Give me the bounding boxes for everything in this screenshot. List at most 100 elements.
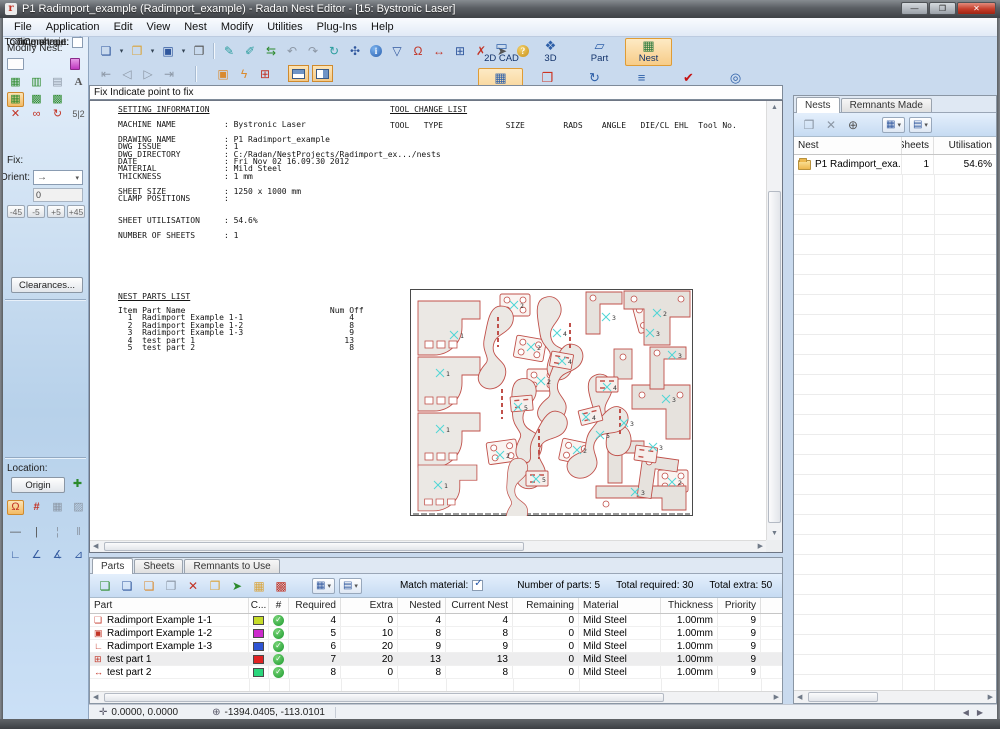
orient-dropdown[interactable]: → ▾: [33, 170, 83, 185]
auto-nest-tool[interactable]: ▩: [49, 92, 66, 107]
sheet-list-tool[interactable]: ▤: [49, 75, 66, 90]
open-button[interactable]: ❒: [128, 42, 146, 59]
maximize-button[interactable]: ❐: [929, 2, 956, 15]
quick-edit-button[interactable]: ϟ: [235, 65, 253, 82]
dimension-button[interactable]: ↔: [430, 42, 448, 59]
col-required[interactable]: Required: [289, 598, 341, 613]
split-vertical-button[interactable]: [312, 65, 333, 82]
half-point-tool[interactable]: ¦: [49, 525, 66, 540]
table-row[interactable]: ❏Radimport Example 1-1 ✓ 4 0 4 4 0 Mild …: [90, 614, 782, 627]
refresh-button[interactable]: ↻: [325, 42, 343, 59]
origin-button[interactable]: Origin: [11, 477, 65, 493]
parts-panel-tab[interactable]: Sheets: [134, 559, 183, 573]
clearances-button[interactable]: Clearances...: [11, 277, 83, 293]
draw-button[interactable]: ✎: [220, 42, 238, 59]
horizontal-scroll-thumb[interactable]: [104, 542, 524, 551]
col-part[interactable]: Part: [90, 598, 249, 613]
mode-button[interactable]: ▭ 2D CAD: [478, 38, 525, 66]
document-horizontal-scrollbar[interactable]: ◀ ▶: [90, 540, 766, 552]
save-button[interactable]: ▣: [159, 42, 177, 59]
next-button[interactable]: ▷: [139, 65, 157, 82]
diag-grid-tool[interactable]: ▨: [70, 500, 87, 515]
status-right-icon[interactable]: ▶: [977, 708, 983, 717]
new-button[interactable]: ❏: [97, 42, 115, 59]
add-part-button[interactable]: ❏: [96, 577, 114, 594]
angle-step-button[interactable]: -45: [7, 205, 25, 218]
table-row[interactable]: ↔test part 2 ✓ 8 0 8 8 0 Mild Steel 1.00…: [90, 666, 782, 679]
filter-button[interactable]: ▽: [388, 42, 406, 59]
locate-nest-button[interactable]: ⊕: [844, 116, 862, 133]
col-nested[interactable]: Nested: [398, 598, 446, 613]
menu-item[interactable]: Plug-Ins: [310, 19, 364, 35]
nest-view-dropdown[interactable]: ▦▾: [882, 117, 905, 133]
angle-step-button[interactable]: +45: [67, 205, 85, 218]
document-vertical-scrollbar[interactable]: ▲ ▼: [766, 101, 782, 540]
table-edit-button[interactable]: ▩: [272, 577, 290, 594]
snap-tool-selected[interactable]: Ω: [7, 500, 24, 515]
blank-tool-button[interactable]: [7, 56, 24, 71]
vertex-button[interactable]: ✣: [346, 42, 364, 59]
split-horizontal-button[interactable]: [288, 65, 309, 82]
angle-from-tool[interactable]: ∡: [49, 548, 66, 563]
nest-drawing[interactable]: 1111222222233333334444555: [410, 289, 693, 516]
col-extra[interactable]: Extra: [341, 598, 398, 613]
columns-dropdown[interactable]: ▤▾: [339, 578, 362, 594]
table-row[interactable]: ▣Radimport Example 1-2 ✓ 5 10 8 8 0 Mild…: [90, 627, 782, 640]
menu-item[interactable]: Modify: [214, 19, 260, 35]
table-row[interactable]: P1 Radimport_exa... 1 54.6%: [794, 155, 996, 175]
angle-to-tool[interactable]: ⊿: [70, 548, 87, 563]
vertical-scroll-thumb[interactable]: [768, 191, 781, 523]
angle-tool[interactable]: ∠: [28, 548, 45, 563]
corner-tool[interactable]: ∟: [7, 548, 24, 563]
table-row[interactable]: ∟Radimport Example 1-3 ✓ 6 20 9 9 0 Mild…: [90, 640, 782, 653]
scroll-left-icon[interactable]: ◀: [797, 694, 802, 701]
info-button[interactable]: i: [367, 42, 385, 59]
last-button[interactable]: ⇥: [160, 65, 178, 82]
delete-tool[interactable]: ✕: [7, 107, 24, 122]
col-colour[interactable]: C...: [249, 598, 269, 613]
col-priority[interactable]: Priority: [718, 598, 761, 613]
table-row[interactable]: ⊞test part 1 ✓ 7 20 13 13 0 Mild Steel 1…: [90, 653, 782, 666]
snap-origin-tool[interactable]: ✚: [69, 477, 86, 492]
manual-nest-tool-selected[interactable]: ▦: [7, 92, 24, 107]
parts-panel-tab[interactable]: Parts: [92, 558, 133, 574]
col-material[interactable]: Material: [579, 598, 661, 613]
open-part-button[interactable]: ❒: [206, 577, 224, 594]
menu-item[interactable]: Utilities: [260, 19, 309, 35]
scroll-left-icon[interactable]: ◀: [93, 543, 98, 550]
rotate-tool[interactable]: ↻: [49, 107, 66, 122]
parts-panel-tab[interactable]: Remnants to Use: [184, 559, 279, 573]
menu-item[interactable]: File: [7, 19, 39, 35]
nest-inspect-tool[interactable]: ▥: [28, 75, 45, 90]
print-button[interactable]: ❐: [190, 42, 208, 59]
first-button[interactable]: ⇤: [97, 65, 115, 82]
import-part-button[interactable]: ❏: [118, 577, 136, 594]
scroll-right-icon[interactable]: ▶: [758, 543, 763, 550]
parts-horizontal-scrollbar[interactable]: ◀ ▶: [90, 691, 782, 703]
sheet-grid-button[interactable]: ⊞: [256, 65, 274, 82]
table-button[interactable]: ▦: [250, 577, 268, 594]
horizontal-tool[interactable]: —: [7, 525, 24, 540]
nest-report-canvas[interactable]: SETTING INFORMATION MACHINE NAME : Bystr…: [90, 101, 766, 540]
delete-nest-button[interactable]: ✕: [822, 116, 840, 133]
ratio-tool[interactable]: 5|2: [70, 107, 87, 122]
between-tool[interactable]: ‖: [70, 525, 87, 540]
undo-button[interactable]: ↶: [283, 42, 301, 59]
array-nest-tool[interactable]: ▩: [28, 92, 45, 107]
nest-columns-dropdown[interactable]: ▤▾: [909, 117, 932, 133]
scroll-down-icon[interactable]: ▼: [767, 530, 782, 537]
nests-horizontal-scrollbar[interactable]: ◀ ▶: [794, 690, 996, 703]
mode-button[interactable]: ❖ 3D: [527, 38, 574, 66]
option-checkbox[interactable]: [72, 37, 83, 48]
window-button[interactable]: ⊞: [451, 42, 469, 59]
scroll-left-icon[interactable]: ◀: [93, 694, 98, 701]
nests-panel-tab[interactable]: Remnants Made: [841, 98, 932, 112]
update-part-button[interactable]: ❏: [140, 577, 158, 594]
horizontal-scroll-thumb[interactable]: [808, 692, 878, 702]
pair-tool[interactable]: ∞: [28, 107, 45, 122]
nest-parts-tool[interactable]: ▦: [7, 75, 24, 90]
mode-button[interactable]: ▦ Nest: [625, 38, 672, 66]
scroll-right-icon[interactable]: ▶: [988, 694, 993, 701]
scroll-right-icon[interactable]: ▶: [774, 694, 779, 701]
pin-part-button[interactable]: ➤: [228, 577, 246, 594]
